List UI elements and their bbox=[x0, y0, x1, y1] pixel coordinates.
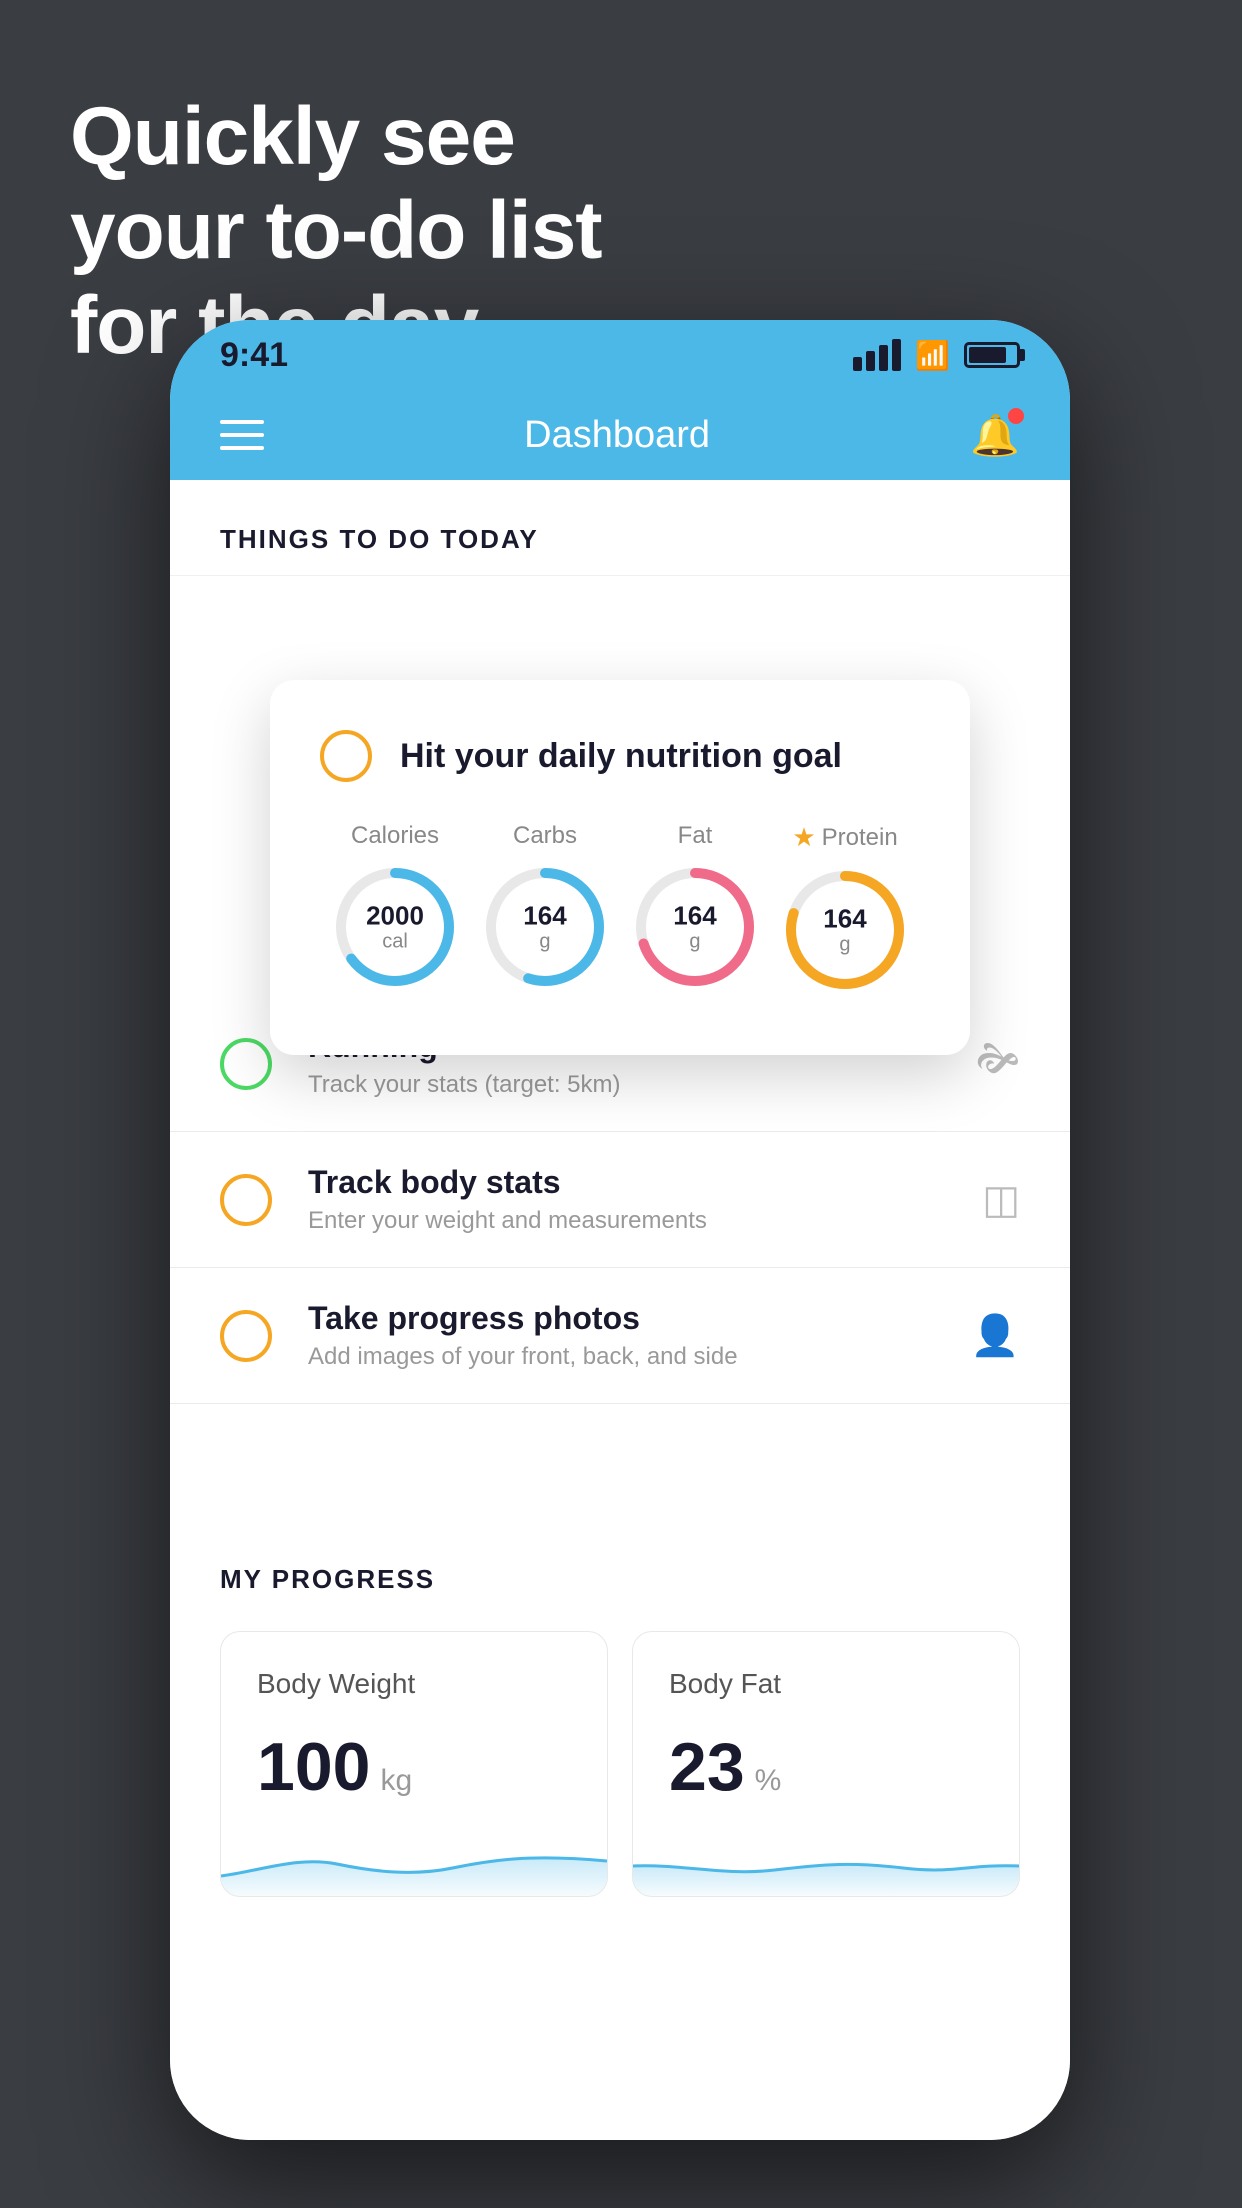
fat-unit: g bbox=[673, 930, 716, 952]
calories-ring: Calories 2000 cal bbox=[330, 822, 460, 992]
scale-icon: ◫ bbox=[982, 1177, 1020, 1223]
status-time: 9:41 bbox=[220, 336, 288, 375]
progress-section: MY PROGRESS Body Weight 100 kg bbox=[170, 1524, 1070, 1937]
body-fat-unit: % bbox=[755, 1764, 782, 1798]
body-fat-title: Body Fat bbox=[669, 1668, 983, 1700]
things-header: THINGS TO DO TODAY bbox=[170, 480, 1070, 576]
nutrition-rings: Calories 2000 cal Carbs bbox=[320, 822, 920, 995]
todo-title-body: Track body stats bbox=[308, 1164, 962, 1201]
body-weight-title: Body Weight bbox=[257, 1668, 571, 1700]
carbs-value: 164 bbox=[523, 902, 566, 931]
body-fat-card[interactable]: Body Fat 23 % bbox=[632, 1631, 1020, 1897]
protein-value: 164 bbox=[823, 905, 866, 934]
hero-line2: your to-do list bbox=[70, 184, 602, 278]
notification-badge bbox=[1008, 408, 1024, 424]
list-item[interactable]: Track body stats Enter your weight and m… bbox=[170, 1132, 1070, 1268]
body-weight-chart bbox=[221, 1826, 607, 1896]
progress-heading: MY PROGRESS bbox=[220, 1564, 1020, 1595]
todo-subtitle-running: Track your stats (target: 5km) bbox=[308, 1071, 956, 1099]
nutrition-card-title: Hit your daily nutrition goal bbox=[400, 737, 842, 776]
fat-ring: Fat 164 g bbox=[630, 822, 760, 992]
progress-cards: Body Weight 100 kg bbox=[220, 1631, 1020, 1897]
things-heading: THINGS TO DO TODAY bbox=[220, 524, 1020, 555]
todo-title-photos: Take progress photos bbox=[308, 1300, 950, 1337]
protein-unit: g bbox=[823, 933, 866, 955]
todo-subtitle-photos: Add images of your front, back, and side bbox=[308, 1343, 950, 1371]
body-weight-unit: kg bbox=[380, 1764, 412, 1798]
wifi-icon: 📶 bbox=[915, 339, 950, 372]
star-icon: ★ bbox=[792, 822, 815, 853]
fat-label: Fat bbox=[678, 822, 713, 850]
body-fat-value: 23 bbox=[669, 1728, 745, 1806]
todo-circle-running bbox=[220, 1038, 272, 1090]
calories-label: Calories bbox=[351, 822, 439, 850]
notification-button[interactable]: 🔔 bbox=[970, 412, 1020, 459]
nutrition-circle bbox=[320, 730, 372, 782]
body-weight-value: 100 bbox=[257, 1728, 370, 1806]
fat-value: 164 bbox=[673, 902, 716, 931]
person-icon: 👤 bbox=[970, 1312, 1020, 1359]
menu-button[interactable] bbox=[220, 420, 264, 450]
battery-icon bbox=[964, 342, 1020, 368]
signal-icon bbox=[853, 339, 901, 371]
phone-frame: 9:41 📶 Dashboard 🔔 bbox=[170, 320, 1070, 2140]
header-title: Dashboard bbox=[524, 414, 710, 457]
hero-line1: Quickly see bbox=[70, 90, 602, 184]
status-icons: 📶 bbox=[853, 339, 1020, 372]
carbs-unit: g bbox=[523, 930, 566, 952]
status-bar: 9:41 📶 bbox=[170, 320, 1070, 390]
todo-circle-body bbox=[220, 1174, 272, 1226]
todo-subtitle-body: Enter your weight and measurements bbox=[308, 1207, 962, 1235]
protein-label: Protein bbox=[822, 824, 898, 852]
protein-ring: ★ Protein 164 g bbox=[780, 822, 910, 995]
app-header: Dashboard 🔔 bbox=[170, 390, 1070, 480]
list-item[interactable]: Take progress photos Add images of your … bbox=[170, 1268, 1070, 1404]
todo-circle-photos bbox=[220, 1310, 272, 1362]
body-fat-chart bbox=[633, 1826, 1019, 1896]
running-icon: 🙞 bbox=[976, 1030, 1020, 1098]
carbs-ring: Carbs 164 g bbox=[480, 822, 610, 992]
calories-unit: cal bbox=[366, 930, 424, 952]
empty-space bbox=[170, 1404, 1070, 1524]
nutrition-card[interactable]: Hit your daily nutrition goal Calories 2… bbox=[270, 680, 970, 1055]
carbs-label: Carbs bbox=[513, 822, 577, 850]
body-weight-card[interactable]: Body Weight 100 kg bbox=[220, 1631, 608, 1897]
calories-value: 2000 bbox=[366, 902, 424, 931]
